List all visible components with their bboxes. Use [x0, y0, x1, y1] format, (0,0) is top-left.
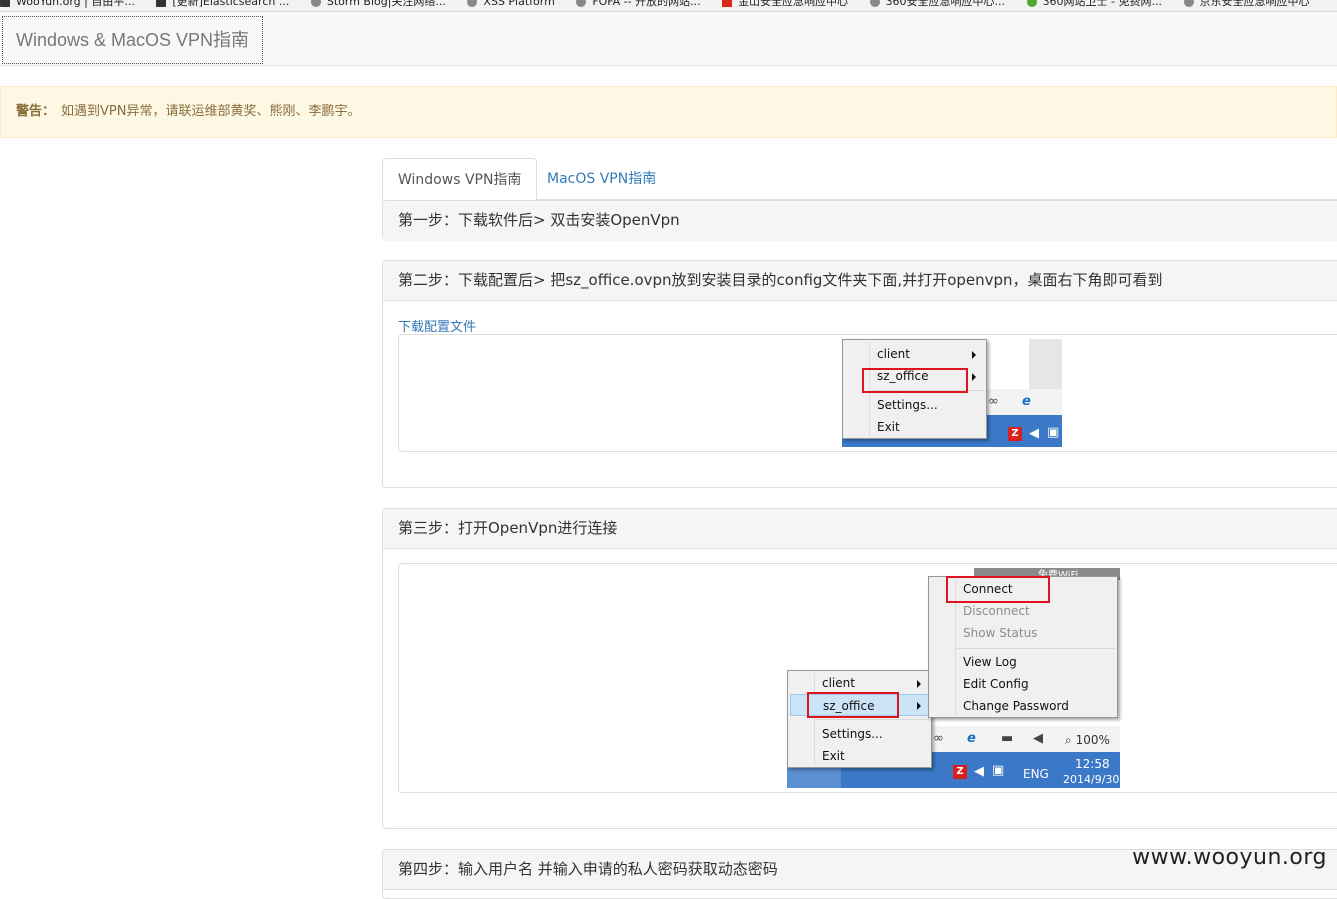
menu-item-client[interactable]: client [788, 672, 931, 694]
network-icon: ▣ [992, 763, 1004, 779]
ie-icon: e [1022, 394, 1031, 410]
menu-item-change-password[interactable]: Change Password [929, 695, 1117, 717]
speaker-icon: ◀ [1029, 426, 1039, 442]
step3-title: 第三步：打开OpenVpn进行连接 [383, 509, 1337, 549]
desktop-area [1029, 339, 1062, 389]
step2-screenshot-frame: ∞ e Z ◀ ▣ client sz_office Settings... E… [398, 334, 1337, 452]
step2-panel: 第二步：下载配置后> 把sz_office.ovpn放到安装目录的config文… [382, 260, 1337, 488]
site-icon [0, 0, 10, 7]
menu-item-client[interactable]: client [843, 343, 986, 365]
language-indicator[interactable]: ENG [1023, 766, 1049, 782]
clock-time: 12:58 [1075, 756, 1110, 772]
submenu-arrow-icon [972, 373, 976, 381]
bookmark-item[interactable]: Storm Blog|关注网络... [311, 0, 446, 8]
speaker-icon: ◀ [974, 764, 984, 780]
bookmark-item[interactable]: XSS Platform [467, 0, 554, 8]
alert-text: 如遇到VPN异常，请联运维部黄奖、熊刚、李鹏宇。 [61, 104, 360, 119]
clock-date: 2014/9/30 [1063, 772, 1119, 788]
submenu-arrow-icon [972, 351, 976, 359]
step2-title: 第二步：下载配置后> 把sz_office.ovpn放到安装目录的config文… [383, 261, 1337, 301]
site-icon [156, 0, 166, 7]
menu-item-disconnect: Disconnect [929, 600, 1117, 622]
ie-icon: e [967, 731, 976, 747]
bookmark-item[interactable]: 360网站卫士 - 免费网... [1027, 0, 1162, 8]
tab-windows-vpn[interactable]: Windows VPN指南 [382, 158, 537, 201]
zoom-level[interactable]: ⌕ 100% [1065, 732, 1110, 748]
printer-icon: ▬ [1001, 731, 1013, 747]
menu-item-settings[interactable]: Settings... [843, 394, 986, 416]
bookmarks-bar: WooYun.org | 自由平... [更新]Elasticsearch ..… [0, 0, 1337, 12]
tray-glasses-icon: ∞ [988, 394, 999, 410]
menu-item-show-status: Show Status [929, 622, 1117, 644]
magnifier-icon: ⌕ [1065, 733, 1072, 747]
step1-panel: 第一步：下载软件后> 双击安装OpenVpn [382, 200, 1337, 240]
globe-icon [576, 0, 586, 7]
bookmark-item[interactable]: WooYun.org | 自由平... [0, 0, 135, 8]
bookmark-item[interactable]: 金山安全应急响应中心 [722, 0, 848, 8]
highlight-box [862, 368, 968, 393]
shield-icon [1027, 0, 1037, 7]
highlight-box [807, 692, 899, 718]
navbar-brand[interactable]: Windows & MacOS VPN指南 [2, 16, 263, 64]
globe-icon [467, 0, 477, 7]
tray-glasses-icon: ∞ [933, 731, 944, 747]
bookmark-item[interactable]: FOFA -- 开放的网站... [576, 0, 700, 8]
bookmark-item[interactable]: 京东安全应急响应中心 [1184, 0, 1310, 8]
tab-macos-vpn[interactable]: MacOS VPN指南 [532, 158, 671, 200]
globe-icon [1184, 0, 1194, 7]
openvpn-tray-menu: client sz_office Settings... Exit [787, 670, 932, 768]
tray-menu-screenshot-2: 免费WiFi ∞ e ▬ ◀ ⌕ 100% Z ◀ ▣ ENG 12:58 20… [787, 568, 1120, 788]
alert-label: 警告： [16, 104, 55, 119]
globe-icon [311, 0, 321, 7]
step3-screenshot-frame: 免费WiFi ∞ e ▬ ◀ ⌕ 100% Z ◀ ▣ ENG 12:58 20… [398, 563, 1337, 793]
kingsoft-icon [722, 0, 732, 7]
menu-item-settings[interactable]: Settings... [788, 723, 931, 745]
bookmark-item[interactable]: [更新]Elasticsearch ... [156, 0, 289, 8]
network-icon: ▣ [1047, 425, 1059, 441]
menu-item-view-log[interactable]: View Log [929, 651, 1117, 673]
highlight-box [946, 576, 1050, 603]
navbar: Windows & MacOS VPN指南 [0, 12, 1337, 66]
warning-alert: 警告： 如遇到VPN异常，请联运维部黄奖、熊刚、李鹏宇。 [0, 86, 1337, 138]
menu-item-exit[interactable]: Exit [788, 745, 931, 767]
download-config-link[interactable]: 下载配置文件 [398, 316, 476, 335]
submenu-arrow-icon [917, 680, 921, 688]
step1-title: 第一步：下载软件后> 双击安装OpenVpn [383, 201, 1337, 241]
globe-icon [870, 0, 880, 7]
bookmark-item[interactable]: 360安全应急响应中心... [870, 0, 1006, 8]
zimbra-icon: Z [1008, 427, 1022, 441]
guide-tabs: Windows VPN指南 MacOS VPN指南 [382, 158, 1337, 200]
speaker-icon: ◀ [1033, 731, 1043, 747]
zimbra-icon: Z [953, 765, 967, 779]
tray-menu-screenshot-1: ∞ e Z ◀ ▣ client sz_office Settings... E… [842, 339, 1062, 447]
step3-panel: 第三步：打开OpenVpn进行连接 免费WiFi ∞ e ▬ ◀ ⌕ 100% … [382, 508, 1337, 829]
submenu-arrow-icon [917, 702, 921, 710]
watermark: www.wooyun.org [1132, 845, 1327, 870]
menu-item-edit-config[interactable]: Edit Config [929, 673, 1117, 695]
menu-item-exit[interactable]: Exit [843, 416, 986, 438]
